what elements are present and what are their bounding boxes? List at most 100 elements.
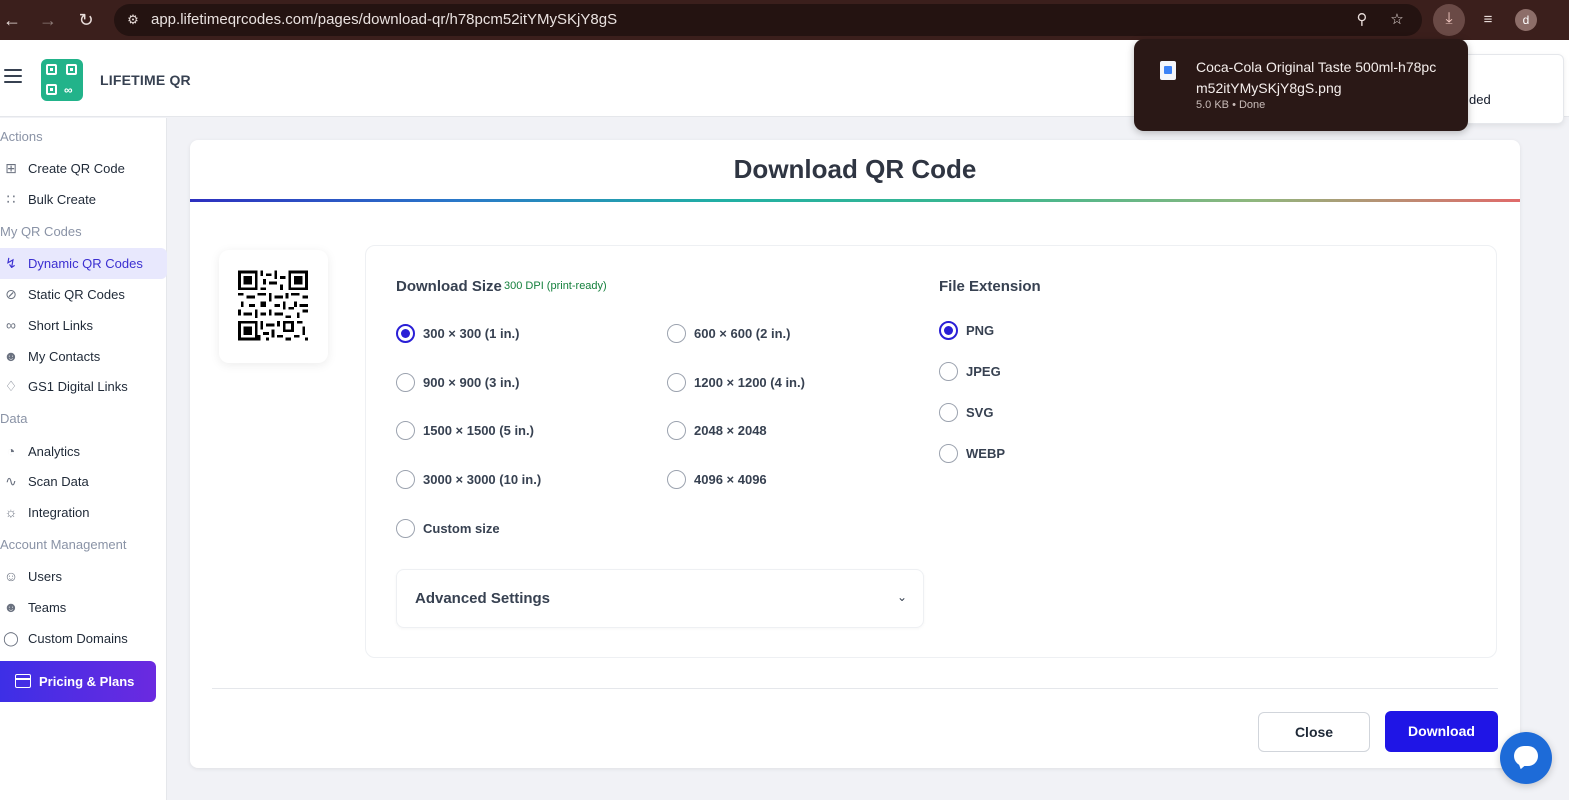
extension-option-label: SVG xyxy=(966,405,994,420)
download-button[interactable]: Download xyxy=(1385,711,1498,752)
image-file-icon xyxy=(1160,61,1176,80)
sidebar-item-teams[interactable]: ☻ Teams xyxy=(0,592,167,623)
sidebar-item-analytics[interactable]: ◔ Analytics xyxy=(0,436,167,467)
sidebar-item-label: Dynamic QR Codes xyxy=(28,256,143,271)
sidebar-item-label: Analytics xyxy=(28,444,81,459)
lightning-off-icon: ⊘ xyxy=(5,286,17,302)
sidebar-item-integration[interactable]: ☼ Integration xyxy=(0,497,167,528)
sidebar-item-my-contacts[interactable]: ☻ My Contacts xyxy=(0,341,167,372)
sidebar-item-label: Custom Domains xyxy=(28,631,128,646)
shield-icon: ◯ xyxy=(3,630,19,646)
size-option-label: 3000 × 3000 (10 in.) xyxy=(423,472,542,487)
site-settings-icon[interactable]: ⚙ xyxy=(124,11,142,29)
credit-card-icon xyxy=(15,674,31,688)
sidebar-item-bulk-create[interactable]: ∷ Bulk Create xyxy=(0,184,167,215)
sidebar-item-label: My Contacts xyxy=(28,349,101,364)
back-arrow-icon[interactable]: ← xyxy=(0,8,24,32)
sidebar-item-label: Teams xyxy=(28,600,67,615)
sidebar-item-label: Integration xyxy=(28,505,90,520)
size-option-label: 300 × 300 (1 in.) xyxy=(423,326,520,341)
download-options-panel: Download Size 300 DPI (print-ready) File… xyxy=(365,245,1497,658)
advanced-settings-toggle[interactable]: Advanced Settings ⌄ xyxy=(396,569,924,628)
plug-icon: ☼ xyxy=(4,504,18,520)
pricing-plans-label: Pricing & Plans xyxy=(39,674,135,689)
sidebar-item-label: Short Links xyxy=(28,318,94,333)
radio-button[interactable] xyxy=(396,373,415,392)
sidebar-item-label: GS1 Digital Links xyxy=(28,379,128,394)
download-size-label: Download Size xyxy=(396,278,502,295)
sidebar-item-create-qr-code[interactable]: ⊞ Create QR Code xyxy=(0,153,167,184)
radio-button[interactable] xyxy=(939,444,958,463)
menu-icon[interactable] xyxy=(4,69,22,83)
radio-button[interactable] xyxy=(667,324,686,343)
radio-button[interactable] xyxy=(667,470,686,489)
radio-button[interactable] xyxy=(939,362,958,381)
extension-option-label: PNG xyxy=(966,323,995,338)
zoom-icon[interactable]: ⚲ xyxy=(1352,10,1372,30)
close-button[interactable]: Close xyxy=(1258,712,1370,752)
bookmark-star-icon[interactable]: ☆ xyxy=(1387,10,1407,30)
sidebar: Actions ⊞ Create QR Code ∷ Bulk Create M… xyxy=(0,118,167,800)
sidebar-item-users[interactable]: ☺ Users xyxy=(0,561,167,592)
brand-name[interactable]: LIFETIME QR xyxy=(100,72,191,88)
link-icon: ∞ xyxy=(6,317,16,333)
sidebar-item-label: Static QR Codes xyxy=(28,287,125,302)
notification-text: ded xyxy=(1469,92,1491,107)
sidebar-item-gs1-digital-links[interactable]: ♢ GS1 Digital Links xyxy=(0,371,167,402)
pie-chart-icon: ◔ xyxy=(6,443,16,459)
radio-button[interactable] xyxy=(396,519,415,538)
radio-button[interactable] xyxy=(939,403,958,422)
section-account-management: Account Management xyxy=(0,537,127,552)
user-plus-icon: ☺ xyxy=(3,568,19,584)
profile-avatar[interactable]: d xyxy=(1515,9,1537,31)
reload-icon[interactable]: ↻ xyxy=(74,8,98,32)
downloads-icon[interactable]: ⤓ xyxy=(1433,4,1465,36)
reading-list-icon[interactable]: ≡ xyxy=(1476,8,1500,32)
radio-button[interactable] xyxy=(667,421,686,440)
pricing-plans-button[interactable]: Pricing & Plans xyxy=(0,661,156,702)
advanced-settings-label: Advanced Settings xyxy=(415,590,551,607)
size-option-label: 900 × 900 (3 in.) xyxy=(423,375,520,390)
sidebar-item-short-links[interactable]: ∞ Short Links xyxy=(0,310,167,341)
qr-preview-card xyxy=(219,250,328,363)
sidebar-item-dynamic-qr-codes[interactable]: ↯ Dynamic QR Codes xyxy=(0,248,167,279)
sidebar-item-label: Bulk Create xyxy=(28,192,96,207)
activity-icon: ∿ xyxy=(5,473,17,489)
radio-button[interactable] xyxy=(939,321,958,340)
radio-button[interactable] xyxy=(667,373,686,392)
lifetime-qr-logo-icon[interactable]: ∞ xyxy=(41,59,83,101)
dpi-note: 300 DPI (print-ready) xyxy=(504,280,607,292)
forward-arrow-icon[interactable]: → xyxy=(36,8,60,32)
url-text[interactable]: app.lifetimeqrcodes.com/pages/download-q… xyxy=(151,4,617,36)
extension-option-label: JPEG xyxy=(966,364,1001,379)
sidebar-item-label: Create QR Code xyxy=(28,161,125,176)
size-option-label: 600 × 600 (2 in.) xyxy=(694,326,791,341)
address-bar[interactable]: ⚙ app.lifetimeqrcodes.com/pages/download… xyxy=(114,4,1422,36)
size-option-label: 2048 × 2048 xyxy=(694,423,767,438)
sidebar-item-label: Scan Data xyxy=(28,474,89,489)
lightning-icon: ↯ xyxy=(5,255,17,271)
download-bubble[interactable]: Coca-Cola Original Taste 500ml-h78pcm52i… xyxy=(1134,39,1468,131)
radio-button[interactable] xyxy=(396,324,415,343)
sidebar-item-static-qr-codes[interactable]: ⊘ Static QR Codes xyxy=(0,279,167,310)
extension-option-label: WEBP xyxy=(966,446,1005,461)
chevron-down-icon: ⌄ xyxy=(897,590,908,604)
size-option-label: 1500 × 1500 (5 in.) xyxy=(423,423,534,438)
download-filename[interactable]: Coca-Cola Original Taste 500ml-h78pcm52i… xyxy=(1196,57,1446,99)
chat-bubble-icon[interactable] xyxy=(1500,732,1552,784)
radio-button[interactable] xyxy=(396,470,415,489)
radio-button[interactable] xyxy=(396,421,415,440)
team-icon: ☻ xyxy=(3,599,19,615)
grid-icon: ∷ xyxy=(6,191,16,207)
section-my-qr-codes: My QR Codes xyxy=(0,224,82,239)
sidebar-item-custom-domains[interactable]: ◯ Custom Domains xyxy=(0,623,167,654)
size-option-label: Custom size xyxy=(423,521,500,536)
download-qr-modal: Download QR Code Download Size 300 DPI (… xyxy=(190,140,1520,768)
modal-title: Download QR Code xyxy=(733,154,977,184)
sidebar-item-label: Users xyxy=(28,569,62,584)
sidebar-item-scan-data[interactable]: ∿ Scan Data xyxy=(0,466,167,497)
download-status: 5.0 KB • Done xyxy=(1196,99,1266,111)
footer-divider xyxy=(212,688,1498,689)
section-data: Data xyxy=(0,411,28,426)
browser-toolbar: ← → ↻ ⚙ app.lifetimeqrcodes.com/pages/do… xyxy=(0,0,1569,40)
